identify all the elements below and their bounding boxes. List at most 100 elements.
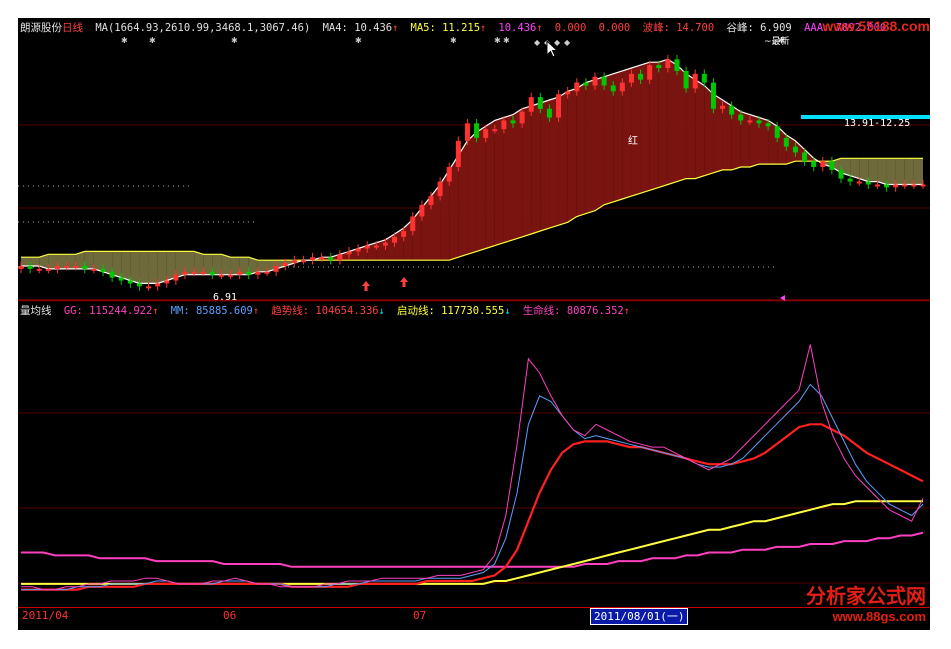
buy-arrow-icon xyxy=(400,277,408,287)
candle-body xyxy=(884,184,890,188)
candle-body xyxy=(382,242,388,246)
candle-body xyxy=(647,65,653,80)
candle-body xyxy=(601,76,607,86)
ma-fill xyxy=(503,114,513,243)
window-frame: 朗源股份日线 MA(1664.93,2610.99,3468.1,3067.46… xyxy=(0,0,951,649)
candle-body xyxy=(701,73,707,83)
candle-body xyxy=(455,140,461,167)
candle-body xyxy=(847,178,853,182)
series-mm-line xyxy=(21,383,924,591)
candle-body xyxy=(18,265,24,269)
ma-fill xyxy=(595,76,605,211)
diamond-marker: ◆ xyxy=(534,38,541,47)
candle-body xyxy=(720,105,726,109)
candle-body xyxy=(45,268,51,271)
candle-body xyxy=(100,268,106,272)
date-label: 06 xyxy=(223,609,237,622)
date-axis[interactable]: 2011/04 06 07 2011/08/01(一) xyxy=(18,607,930,625)
candle-body xyxy=(173,274,179,281)
chart-area[interactable]: 朗源股份日线 MA(1664.93,2610.99,3468.1,3067.46… xyxy=(18,18,930,630)
ma-fill xyxy=(877,158,887,185)
selected-date[interactable]: 2011/08/01(一) xyxy=(590,608,689,625)
brand-name: 分析家公式网 xyxy=(806,586,926,608)
candle-body xyxy=(501,120,507,130)
candle-body xyxy=(291,260,297,264)
candle-body xyxy=(674,59,680,71)
candle-body xyxy=(264,271,270,274)
ma-fill xyxy=(21,257,31,266)
candle-body xyxy=(346,251,352,255)
candle-body xyxy=(829,161,835,170)
date-label: 07 xyxy=(413,609,427,622)
candle-body xyxy=(838,169,844,179)
buy-arrow-icon xyxy=(362,281,370,291)
candle-body xyxy=(73,265,79,268)
arrow-up-icon: ↑ xyxy=(252,306,259,317)
ma-fill xyxy=(148,251,158,284)
candle-body xyxy=(911,184,917,187)
candle-body xyxy=(36,268,42,271)
ma-fill xyxy=(913,158,923,185)
arrow-down-icon: ↓ xyxy=(504,306,511,317)
candle-body xyxy=(392,236,398,243)
date-label: 2011/04 xyxy=(22,609,69,622)
candle-body xyxy=(164,280,170,284)
candle-body xyxy=(628,73,634,83)
ma-fill xyxy=(631,65,641,197)
candle-body xyxy=(802,152,808,162)
arrow-up-icon: ↑ xyxy=(623,306,630,317)
star-marker: ✱ xyxy=(450,36,457,45)
candle-body xyxy=(528,97,534,112)
top-label: ~最新 xyxy=(764,35,790,47)
candle-body xyxy=(865,181,871,185)
ma-fill xyxy=(485,120,495,249)
ma-fill xyxy=(467,132,477,255)
candle-body xyxy=(856,181,862,184)
candle-body xyxy=(665,59,671,69)
candle-body xyxy=(255,271,261,275)
ma-fill xyxy=(585,79,595,214)
ma-fill xyxy=(494,117,504,246)
candle-body xyxy=(246,271,252,275)
brand-logo: 分析家公式网 www.88gs.com xyxy=(806,580,926,624)
ma-fill xyxy=(531,102,541,234)
candle-body xyxy=(64,265,70,268)
candle-body xyxy=(27,265,33,269)
candle-body xyxy=(182,271,188,275)
candle-body xyxy=(91,268,97,271)
ma-fill xyxy=(30,257,40,266)
ma-fill xyxy=(121,251,131,281)
candle-body xyxy=(874,184,880,187)
star-marker: ✱ xyxy=(231,36,238,45)
candle-body xyxy=(710,82,716,109)
candle-body xyxy=(738,114,744,121)
ma-fill xyxy=(649,62,659,191)
brand-site: www.88gs.com xyxy=(832,609,926,624)
ma-fill xyxy=(185,251,195,275)
arrow-up-icon: ↑ xyxy=(152,306,159,317)
candle-body xyxy=(747,120,753,123)
candle-body xyxy=(282,263,288,266)
start-value: 启动线: 117730.555 xyxy=(396,305,505,317)
candle-body xyxy=(792,146,798,153)
ma-fill xyxy=(257,260,267,272)
trend-value: 趋势线: 104654.336 xyxy=(271,305,379,317)
candle-body xyxy=(428,196,434,205)
ma-fill xyxy=(667,59,677,185)
candle-body xyxy=(337,254,343,261)
candle-body xyxy=(546,108,552,118)
range-label: 13.91-12.25 xyxy=(844,118,910,129)
candle-body xyxy=(54,265,60,269)
candle-body xyxy=(483,129,489,138)
candle-body xyxy=(209,271,215,275)
candle-body xyxy=(610,85,616,92)
candle-body xyxy=(146,286,152,289)
candle-body xyxy=(127,280,133,284)
mm-value: MM: 85885.609 xyxy=(170,305,253,317)
candle-body xyxy=(574,82,580,92)
ma-fill xyxy=(540,100,550,232)
ma-fill xyxy=(859,158,869,182)
candle-body xyxy=(200,271,206,274)
ma-fill xyxy=(604,73,614,205)
candle-body xyxy=(218,274,224,277)
